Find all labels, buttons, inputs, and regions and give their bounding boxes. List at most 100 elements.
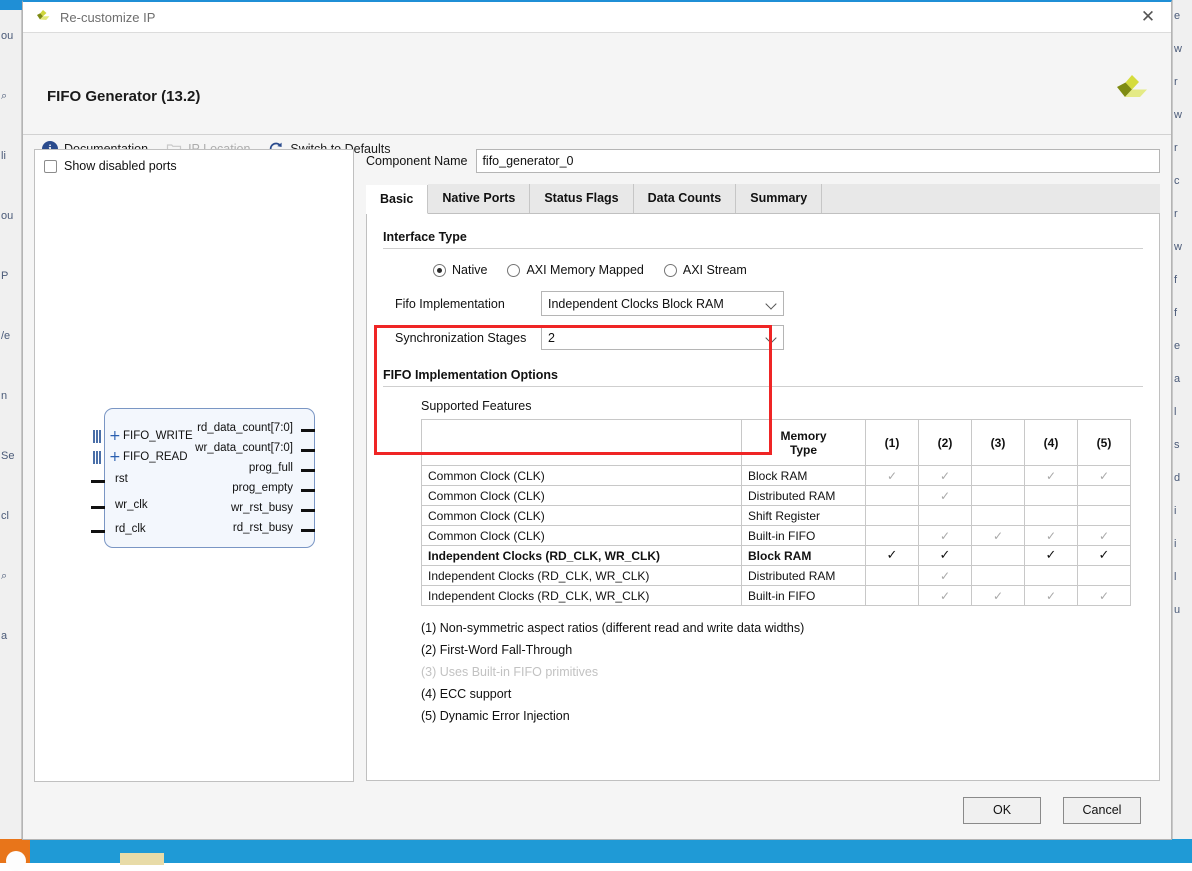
cell-support-1 xyxy=(866,506,919,526)
tab-data-counts[interactable]: Data Counts xyxy=(634,184,737,213)
cell-feature: Common Clock (CLK) xyxy=(422,486,742,506)
synchronization-stages-row: Synchronization Stages 2 xyxy=(395,325,1143,350)
cell-support-4 xyxy=(1025,566,1078,586)
footnote-2: (2) First-Word Fall-Through xyxy=(421,639,1143,661)
footnote-1: (1) Non-symmetric aspect ratios (differe… xyxy=(421,617,1143,639)
interface-type-divider xyxy=(383,248,1143,249)
cell-support-3 xyxy=(972,566,1025,586)
cell-memory-type: Distributed RAM xyxy=(742,486,866,506)
show-disabled-ports-checkbox[interactable]: Show disabled ports xyxy=(44,159,177,173)
background-text-fragment: cl xyxy=(1,510,9,522)
check-icon: ✓ xyxy=(993,529,1003,543)
header-memory-line1: Memory xyxy=(748,429,859,443)
background-text-fragment: w xyxy=(1174,43,1182,55)
re-customize-ip-dialog: Re-customize IP ✕ FIFO Generator (13.2) … xyxy=(22,0,1172,840)
cell-support-3 xyxy=(972,466,1025,486)
show-disabled-ports-label: Show disabled ports xyxy=(64,159,177,173)
footnote-4: (4) ECC support xyxy=(421,683,1143,705)
radio-axi-memory-mapped[interactable]: AXI Memory Mapped xyxy=(507,263,643,277)
cell-support-5: ✓ xyxy=(1078,526,1131,546)
xilinx-logo xyxy=(1113,73,1149,109)
port-label-rst: rst xyxy=(115,473,128,485)
fifo-implementation-select[interactable]: Independent Clocks Block RAM xyxy=(541,291,784,316)
radio-axi-stream-indicator xyxy=(664,264,677,277)
port-label-fifo-write: FIFO_WRITE xyxy=(123,430,193,442)
table-row: Independent Clocks (RD_CLK, WR_CLK)Block… xyxy=(422,546,1131,566)
basic-tab-content: Interface Type Native AXI Memory Mapped xyxy=(366,214,1160,781)
cell-support-2: ✓ xyxy=(919,586,972,606)
tab-status-flags[interactable]: Status Flags xyxy=(530,184,633,213)
radio-native[interactable]: Native xyxy=(433,263,487,277)
check-icon: ✓ xyxy=(1099,469,1109,483)
ip-symbol-panel: Show disabled ports + FIFO_WRITE + FIFO_… xyxy=(34,149,354,782)
radio-axi-stream-label: AXI Stream xyxy=(683,263,747,277)
background-text-fragment: a xyxy=(1,630,7,642)
check-icon: ✓ xyxy=(940,548,951,563)
pin-rd-data-count xyxy=(301,429,315,432)
cell-support-3: ✓ xyxy=(972,526,1025,546)
cell-support-2: ✓ xyxy=(919,526,972,546)
check-icon: ✓ xyxy=(940,569,950,583)
cell-feature: Independent Clocks (RD_CLK, WR_CLK) xyxy=(422,566,742,586)
ok-button[interactable]: OK xyxy=(963,797,1041,824)
bus-pin-fifo-read xyxy=(93,451,102,464)
cell-support-1 xyxy=(866,586,919,606)
tab-basic[interactable]: Basic xyxy=(366,185,428,214)
implementation-options-group-title: FIFO Implementation Options xyxy=(383,368,1143,382)
close-icon[interactable]: ✕ xyxy=(1125,2,1171,32)
background-text-fragment: ⌕ xyxy=(1,90,7,103)
cell-support-2: ✓ xyxy=(919,566,972,586)
background-text-fragment: i xyxy=(1174,538,1176,550)
cell-support-1 xyxy=(866,486,919,506)
cell-support-3 xyxy=(972,506,1025,526)
cell-support-4: ✓ xyxy=(1025,466,1078,486)
background-text-fragment: ⌕ xyxy=(1,570,7,583)
tab-native-ports[interactable]: Native Ports xyxy=(428,184,530,213)
radio-axi-memory-mapped-indicator xyxy=(507,264,520,277)
footnote-5: (5) Dynamic Error Injection xyxy=(421,705,1143,727)
expand-plus-icon-fifo-read[interactable]: + xyxy=(109,450,121,464)
fifo-implementation-label: Fifo Implementation xyxy=(395,297,541,311)
pin-prog-empty xyxy=(301,489,315,492)
xilinx-logo-small-icon xyxy=(35,9,51,25)
pin-wr-data-count xyxy=(301,449,315,452)
page-title: FIFO Generator (13.2) xyxy=(47,88,200,105)
cell-memory-type: Built-in FIFO xyxy=(742,526,866,546)
table-row: Independent Clocks (RD_CLK, WR_CLK)Distr… xyxy=(422,566,1131,586)
footnote-3: (3) Uses Built-in FIFO primitives xyxy=(421,661,1143,683)
background-right-strip: ewrwrcrwffealsdiilu xyxy=(1172,0,1192,863)
chevron-down-icon xyxy=(766,332,777,343)
background-text-fragment: e xyxy=(1174,340,1180,352)
dialog-body: Show disabled ports + FIFO_WRITE + FIFO_… xyxy=(23,135,1171,781)
background-text-fragment: u xyxy=(1174,604,1180,616)
dialog-titlebar: Re-customize IP ✕ xyxy=(23,2,1171,33)
cell-memory-type: Block RAM xyxy=(742,466,866,486)
header-feature-blank xyxy=(422,420,742,466)
cancel-button[interactable]: Cancel xyxy=(1063,797,1141,824)
footnotes-list: (1) Non-symmetric aspect ratios (differe… xyxy=(421,617,1143,727)
supported-features-label: Supported Features xyxy=(421,399,1143,413)
expand-plus-icon-fifo-write[interactable]: + xyxy=(109,429,121,443)
radio-axi-stream[interactable]: AXI Stream xyxy=(664,263,747,277)
pin-wr-clk xyxy=(91,506,105,509)
checkbox-box-icon xyxy=(44,160,57,173)
synchronization-stages-select[interactable]: 2 xyxy=(541,325,784,350)
cell-support-5 xyxy=(1078,506,1131,526)
header-col-1: (1) xyxy=(866,420,919,466)
cell-feature: Common Clock (CLK) xyxy=(422,466,742,486)
check-icon: ✓ xyxy=(1046,589,1056,603)
cell-memory-type: Distributed RAM xyxy=(742,566,866,586)
component-name-input[interactable] xyxy=(476,149,1160,173)
background-text-fragment: r xyxy=(1174,208,1178,220)
check-icon: ✓ xyxy=(1099,589,1109,603)
port-label-fifo-read: FIFO_READ xyxy=(123,451,188,463)
tab-bar: Basic Native Ports Status Flags Data Cou… xyxy=(366,185,1160,214)
pin-rd-clk xyxy=(91,530,105,533)
cell-support-4: ✓ xyxy=(1025,546,1078,566)
taskbar-window-item xyxy=(120,853,164,865)
cell-feature: Independent Clocks (RD_CLK, WR_CLK) xyxy=(422,586,742,606)
cell-support-1 xyxy=(866,526,919,546)
port-label-prog-full: prog_full xyxy=(249,462,293,474)
tab-summary[interactable]: Summary xyxy=(736,184,822,213)
dialog-footer: OK Cancel xyxy=(23,781,1171,839)
